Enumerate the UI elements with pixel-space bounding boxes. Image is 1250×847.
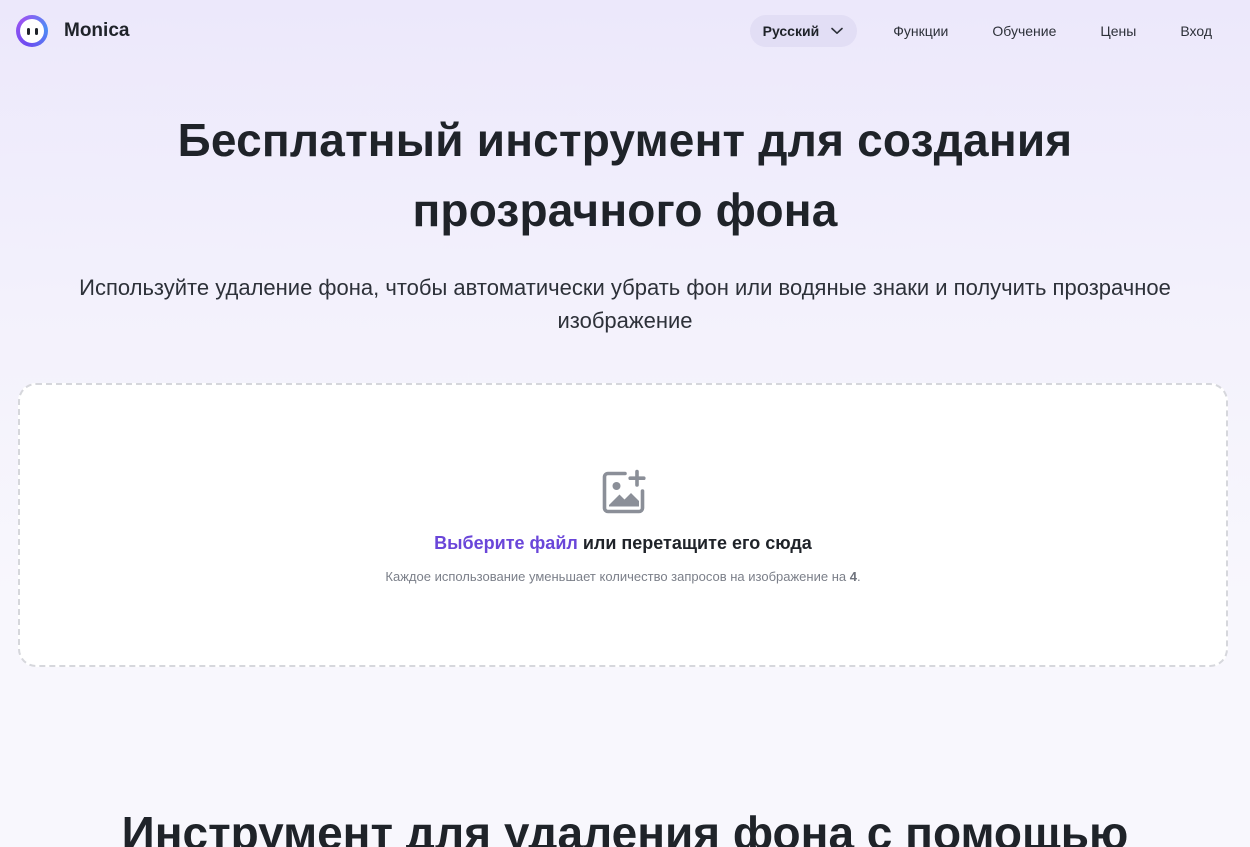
nav-link-tutorials[interactable]: Обучение — [970, 15, 1078, 47]
usage-note: Каждое использование уменьшает количеств… — [20, 569, 1226, 584]
monica-logo-icon — [16, 15, 48, 47]
page-title-line2: прозрачного фона — [412, 184, 838, 236]
usage-note-suffix: . — [856, 569, 861, 584]
top-header: Monica Русский Функции Обучение Цены Вхо… — [0, 0, 1250, 62]
page-subtitle: Используйте удаление фона, чтобы автомат… — [79, 275, 1171, 333]
page-title: Бесплатный инструмент для создания прозр… — [0, 105, 1250, 245]
top-nav: Русский Функции Обучение Цены Вход — [749, 15, 1234, 47]
drag-drop-text: или перетащите его сюда — [577, 533, 812, 553]
choose-file-link[interactable]: Выберите файл — [434, 533, 578, 553]
usage-note-text: Каждое использование уменьшает количеств… — [385, 569, 850, 584]
upload-dropzone[interactable]: Выберите файл или перетащите его сюда Ка… — [18, 383, 1228, 667]
language-label: Русский — [762, 23, 820, 39]
section-title: Инструмент для удаления фона с помощью — [121, 807, 1129, 847]
chevron-down-icon — [831, 27, 843, 34]
nav-link-pricing[interactable]: Цены — [1078, 15, 1158, 47]
nav-link-features[interactable]: Функции — [871, 15, 970, 47]
upload-instructions: Выберите файл или перетащите его сюда — [20, 533, 1226, 554]
page-title-line1: Бесплатный инструмент для создания — [177, 114, 1073, 166]
language-selector[interactable]: Русский — [749, 15, 858, 47]
image-add-icon — [602, 469, 646, 514]
usage-note-count: 4 — [849, 569, 857, 584]
brand-name: Monica — [64, 20, 130, 41]
nav-link-login[interactable]: Вход — [1158, 15, 1234, 47]
brand-logo-link[interactable]: Monica — [16, 15, 129, 47]
